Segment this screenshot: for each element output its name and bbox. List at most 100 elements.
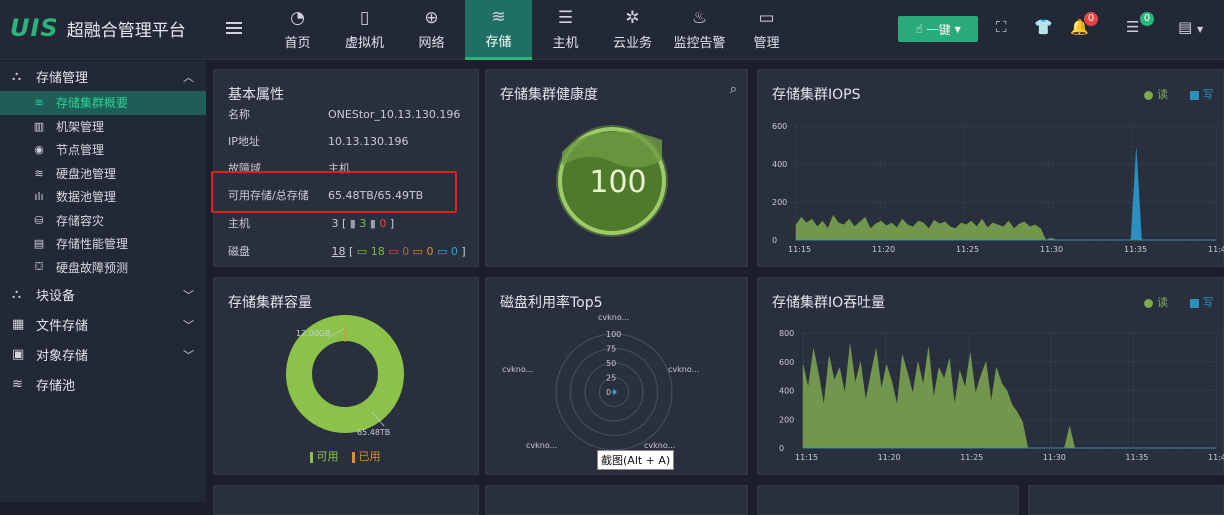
nav-label: 存储 bbox=[485, 34, 512, 50]
sidebar-item-label: 硬盘故障预测 bbox=[56, 260, 129, 275]
bottom-panel-4 bbox=[1028, 485, 1224, 515]
dashboard-icon: ◔ bbox=[290, 8, 305, 28]
legend-used-marker bbox=[352, 451, 355, 463]
iops-panel: 存储集群IOPS 读 写 600 400 200 0 11:15 11:20 11:25 11… bbox=[757, 69, 1224, 267]
menu-toggle-icon[interactable] bbox=[226, 22, 242, 34]
legend-available: 可用 bbox=[316, 450, 339, 463]
sidebar: ⛬ 存储管理 ︿ ≋ 存储集群概要 ▥ 机架管理 ◉ 节点管理 ≋ 硬盘池管理 ılı 数据池管理 ⛁ 存储… bbox=[0, 61, 206, 502]
alarm-count-badge: 0 bbox=[1084, 12, 1098, 26]
x-tick-label: 11:30 bbox=[1040, 245, 1063, 254]
storage-tree-icon: ⛬ bbox=[12, 68, 22, 84]
y-tick-label: 400 bbox=[779, 387, 794, 396]
storage-pool-icon: ≋ bbox=[12, 376, 23, 392]
used-label: 12.00GB bbox=[296, 329, 331, 338]
sidebar-group-0[interactable]: ⛬ 存储管理 ︿ bbox=[0, 61, 206, 91]
legend-used: 已用 bbox=[358, 450, 381, 463]
series-area-read bbox=[802, 344, 1216, 449]
attribute-key: IP地址 bbox=[228, 135, 260, 148]
nav-item-5[interactable]: ✲ 云业务 bbox=[599, 0, 666, 60]
sidebar-item-0[interactable]: ≋ 存储集群概要 bbox=[0, 91, 206, 115]
chevron-up-icon[interactable]: ︿ bbox=[183, 69, 194, 85]
chevron-down-icon[interactable]: ﹀ bbox=[183, 347, 194, 363]
disk-red-icon: ▭ bbox=[388, 245, 399, 258]
sidebar-item-label: 硬盘池管理 bbox=[56, 166, 117, 181]
x-tick-label: 11:30 bbox=[1043, 453, 1066, 462]
task-icon[interactable]: ☰ 0 bbox=[1126, 12, 1154, 36]
sidebar-item-3[interactable]: ≋ 硬盘池管理 bbox=[0, 162, 206, 186]
chevron-down-icon[interactable]: ﹀ bbox=[183, 287, 194, 303]
nav-item-3[interactable]: ≋ 存储 bbox=[465, 0, 532, 60]
data-pool-icon: ılı bbox=[34, 190, 44, 204]
rack-icon: ▥ bbox=[33, 119, 45, 133]
chevron-down-icon: ▼ bbox=[954, 24, 961, 34]
x-tick-label: 11:40 bbox=[1208, 245, 1224, 254]
sidebar-item-5[interactable]: ⛁ 存储容灾 bbox=[0, 209, 206, 233]
disk-orange-icon: ▭ bbox=[412, 245, 424, 258]
cluster-icon: ≋ bbox=[34, 96, 44, 110]
disk-label: 磁盘 bbox=[228, 245, 250, 258]
gear-icon: ✲ bbox=[625, 8, 640, 28]
nav-item-0[interactable]: ◔ 首页 bbox=[264, 0, 331, 60]
sidebar-item-4[interactable]: ılı 数据池管理 bbox=[0, 185, 206, 209]
disk-blue-icon: ▭ bbox=[437, 245, 448, 258]
nav-item-2[interactable]: ⊕ 网络 bbox=[398, 0, 465, 60]
shirt-icon[interactable]: 👕 bbox=[1034, 18, 1053, 36]
vm-icon: ▯ bbox=[359, 8, 370, 28]
database-icon: ≋ bbox=[491, 6, 506, 27]
onekey-button[interactable]: ☝ 一键 ▼ bbox=[898, 16, 978, 42]
x-tick-label: 11:35 bbox=[1124, 245, 1147, 254]
disk-green-count: 18 bbox=[370, 245, 385, 258]
chevron-down-icon[interactable]: ﹀ bbox=[183, 317, 194, 333]
health-gauge: 100 bbox=[556, 125, 668, 237]
nav-item-1[interactable]: ▯ 虚拟机 bbox=[331, 0, 398, 60]
host-label: 主机 bbox=[228, 217, 250, 230]
sidebar-group-4[interactable]: ≋ 存储池 bbox=[0, 369, 206, 399]
attribute-key: 名称 bbox=[228, 108, 250, 121]
disk-total-link[interactable]: 18 bbox=[332, 245, 346, 258]
sidebar-item-6[interactable]: ▤ 存储性能管理 bbox=[0, 232, 206, 256]
capacity-panel: 存储集群容量 12.00GB 65.48TB 可用 已用 bbox=[213, 277, 479, 475]
capacity-donut: 12.00GB 65.48TB bbox=[286, 315, 404, 437]
host-total: 3 bbox=[331, 217, 339, 230]
sidebar-item-label: 机架管理 bbox=[56, 119, 105, 134]
sidebar-group-2[interactable]: ▦ 文件存储 ﹀ bbox=[0, 309, 206, 339]
server-icon: ☰ bbox=[557, 8, 574, 28]
sidebar-item-2[interactable]: ◉ 节点管理 bbox=[0, 138, 206, 162]
x-tick-label: 11:35 bbox=[1125, 453, 1148, 462]
y-tick-label: 800 bbox=[779, 329, 794, 338]
nav-item-7[interactable]: ▭ 管理 bbox=[733, 0, 800, 60]
sidebar-group-label: 文件存储 bbox=[36, 318, 89, 334]
globe-icon: ⊕ bbox=[424, 8, 439, 28]
radar-tick-label: 50 bbox=[606, 359, 616, 368]
main-nav: ◔ 首页 ▯ 虚拟机 ⊕ 网络 ≋ 存储 ☰ 主机 ✲ 云业务 ♨ 监控告警 ▭ 管理 bbox=[264, 0, 800, 60]
y-tick-label: 0 bbox=[779, 444, 784, 453]
nav-item-6[interactable]: ♨ 监控告警 bbox=[666, 0, 733, 60]
x-tick-label: 11:40 bbox=[1208, 453, 1224, 462]
disk-radar-chart: 100 75 50 25 0 cvkno... cvkno... cvkno... cvkno.… bbox=[502, 313, 699, 451]
app-logo[interactable]: UIS 超融合管理平台 bbox=[10, 14, 186, 42]
x-tick-label: 11:15 bbox=[788, 245, 811, 254]
sidebar-group-3[interactable]: ▣ 对象存储 ﹀ bbox=[0, 339, 206, 369]
y-tick-label: 400 bbox=[772, 160, 787, 169]
radar-tick-label: 0 bbox=[606, 388, 611, 397]
user-menu-icon[interactable]: ▤ ▼ bbox=[1178, 18, 1203, 36]
radar-tick-label: 75 bbox=[606, 345, 616, 354]
nav-label: 虚拟机 bbox=[344, 36, 384, 51]
monitor-icon: ▭ bbox=[758, 8, 775, 28]
sidebar-item-7[interactable]: ⛋ 硬盘故障预测 bbox=[0, 256, 206, 280]
nav-item-4[interactable]: ☰ 主机 bbox=[532, 0, 599, 60]
bottom-panel-2 bbox=[485, 485, 748, 515]
task-count-badge: 0 bbox=[1140, 12, 1154, 26]
alarm-bell-icon[interactable]: 🔔 0 bbox=[1070, 12, 1098, 36]
sidebar-group-1[interactable]: ⛬ 块设备 ﹀ bbox=[0, 279, 206, 309]
host-row: 主机 3 [ ▮ 3 ▮ 0 ] bbox=[228, 217, 395, 230]
disaster-recovery-icon: ⛁ bbox=[34, 213, 44, 227]
attribute-value: 10.13.130.196 bbox=[328, 135, 409, 148]
attribute-row: 名称 ONEStor_10.13.130.196 bbox=[228, 106, 460, 122]
sidebar-item-label: 节点管理 bbox=[56, 143, 105, 158]
nav-label: 云业务 bbox=[612, 36, 652, 51]
fullscreen-icon[interactable]: ⛶ bbox=[996, 18, 1007, 36]
throughput-chart: 800 600 400 200 0 11:15 11:20 11:25 11:30 11:35 11… bbox=[779, 329, 1224, 462]
y-tick-label: 200 bbox=[772, 198, 787, 207]
sidebar-item-1[interactable]: ▥ 机架管理 bbox=[0, 115, 206, 139]
